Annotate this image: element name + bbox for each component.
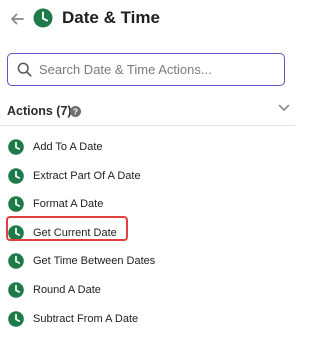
action-extract-part-of-a-date[interactable]: Extract Part Of A Date	[0, 167, 295, 197]
clock-icon	[8, 310, 24, 327]
clock-icon	[8, 196, 24, 212]
chevron-down-icon[interactable]	[278, 103, 290, 113]
actions-section-title: Actions (7)	[7, 104, 72, 118]
back-button[interactable]	[6, 8, 28, 30]
clock-icon	[8, 139, 24, 155]
panel-header: Date & Time	[0, 0, 295, 38]
search-box[interactable]	[7, 53, 285, 86]
question-circle-icon[interactable]: ?	[70, 106, 81, 117]
clock-icon	[8, 282, 24, 298]
search-icon	[17, 62, 32, 77]
clock-icon	[33, 8, 53, 28]
page-title: Date & Time	[62, 8, 160, 27]
actions-section-header[interactable]: Actions (7) ?	[0, 98, 295, 124]
action-label: Get Current Date	[33, 226, 117, 239]
svg-text:?: ?	[73, 107, 78, 117]
action-label: Extract Part Of A Date	[33, 169, 141, 182]
action-get-current-date[interactable]: Get Current Date	[0, 215, 295, 254]
actions-list: Add To A Date Extract Part Of A Date For…	[0, 139, 295, 339]
action-label: Get Time Between Dates	[33, 255, 156, 268]
clock-icon	[8, 224, 24, 241]
action-label: Format A Date	[33, 198, 104, 211]
clock-icon	[8, 167, 24, 184]
action-subtract-from-a-date[interactable]: Subtract From A Date	[0, 310, 295, 340]
action-label: Add To A Date	[33, 141, 103, 153]
clock-icon	[8, 253, 24, 270]
action-label: Subtract From A Date	[33, 312, 139, 325]
search-input[interactable]	[39, 54, 279, 84]
section-divider	[0, 125, 295, 126]
action-format-a-date[interactable]: Format A Date	[0, 196, 295, 225]
action-round-a-date[interactable]: Round A Date	[0, 282, 295, 311]
action-get-time-between-dates[interactable]: Get Time Between Dates	[0, 253, 295, 282]
arrow-left-icon	[11, 13, 24, 25]
action-label: Round A Date	[33, 283, 101, 296]
action-add-to-a-date[interactable]: Add To A Date	[0, 139, 295, 168]
